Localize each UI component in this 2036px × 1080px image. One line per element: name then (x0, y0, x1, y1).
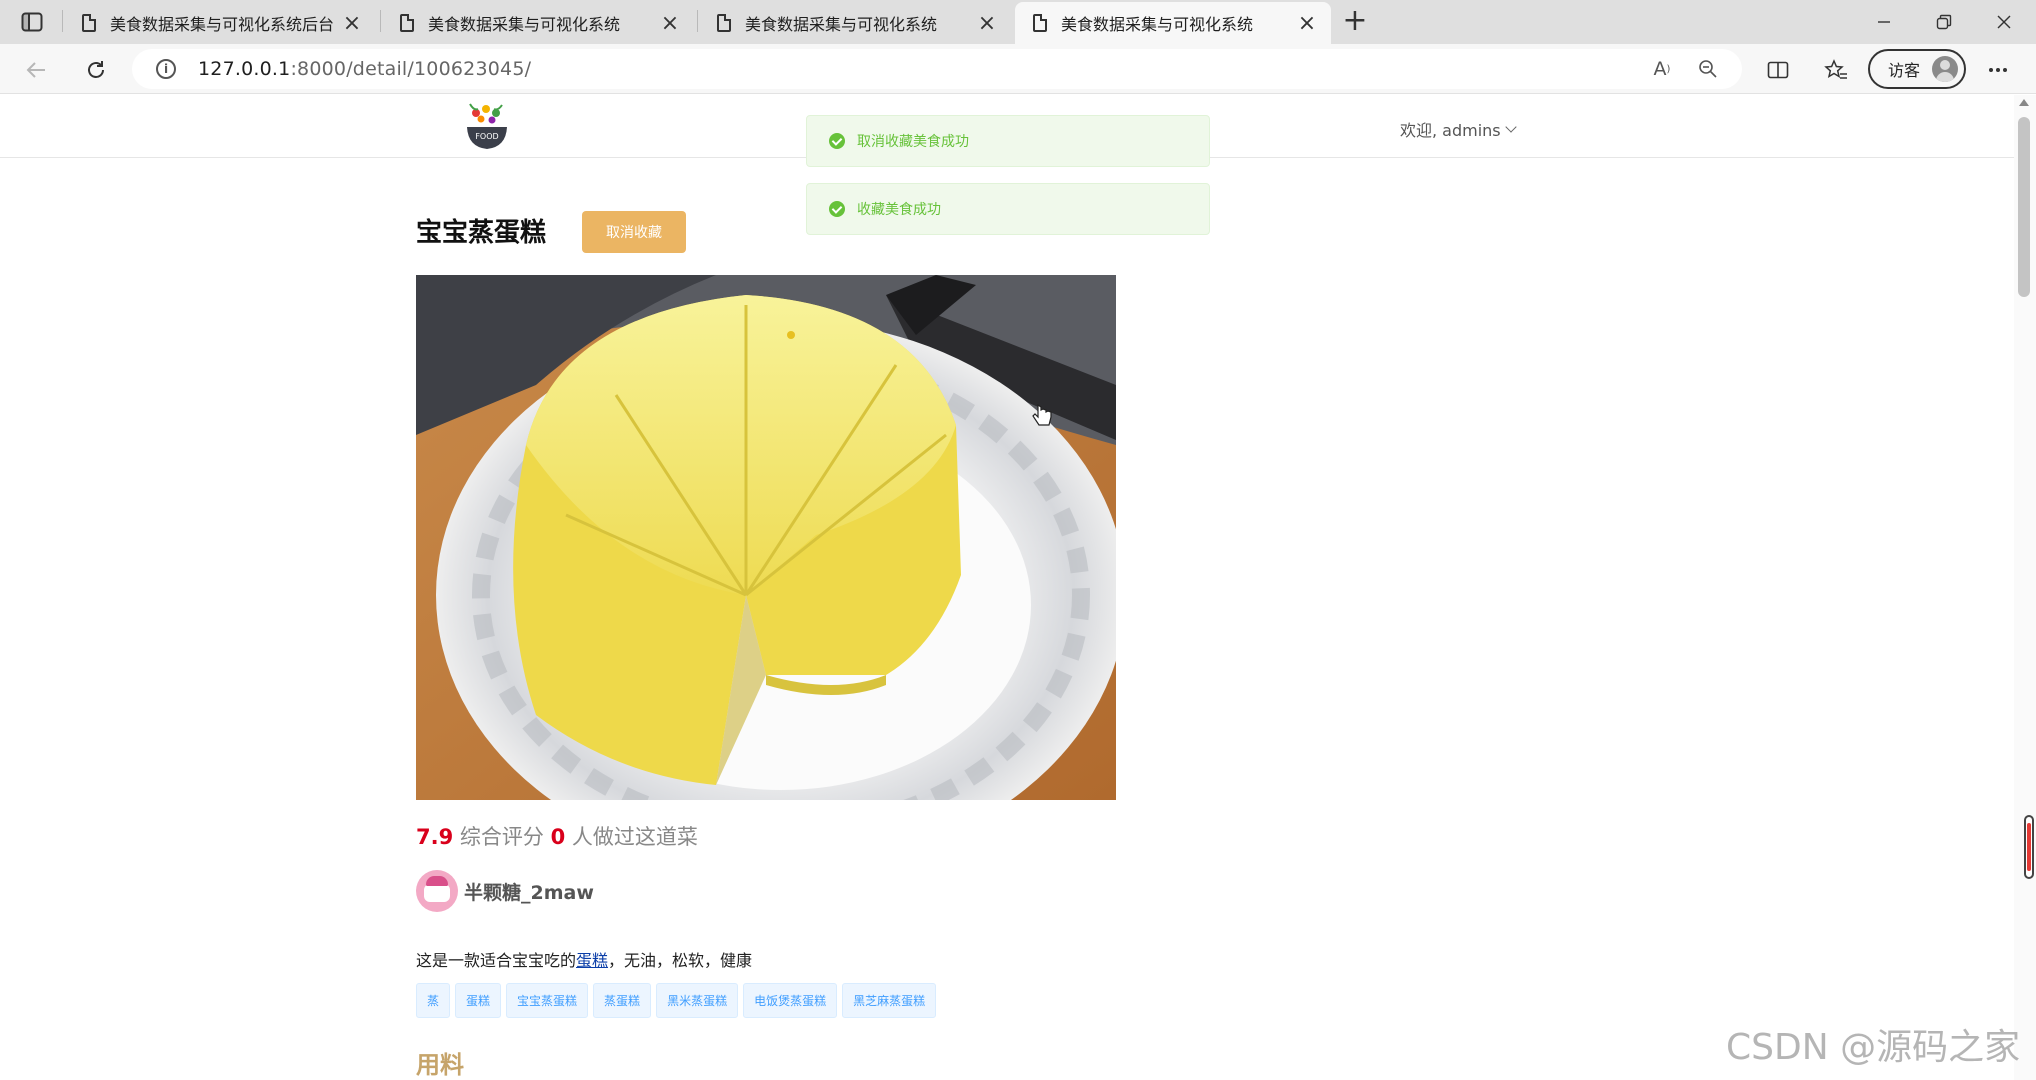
desc-text: ，无油，松软，健康 (608, 951, 753, 970)
site-logo[interactable]: FOOD (464, 101, 510, 153)
tag[interactable]: 宝宝蒸蛋糕 (506, 983, 589, 1018)
refresh-button[interactable] (78, 52, 114, 88)
url-path: :8000/detail/100623045/ (290, 58, 532, 80)
tab-separator (380, 10, 381, 32)
browser-tab-strip: 美食数据采集与可视化系统后台 × 美食数据采集与可视化系统 × 美食数据采集与可… (0, 0, 2036, 44)
toast-message: 取消收藏美食成功 (806, 115, 1210, 167)
browser-tab[interactable]: 美食数据采集与可视化系统 × (382, 2, 694, 44)
site-info-icon[interactable]: i (156, 59, 176, 79)
tab-title: 美食数据采集与可视化系统 (428, 15, 621, 34)
favorites-icon[interactable] (1818, 52, 1854, 88)
profile-button[interactable]: 访客 (1868, 49, 1966, 89)
browser-tab[interactable]: 美食数据采集与可视化系统后台 × (64, 2, 376, 44)
desc-text: 这是一款适合宝宝吃的 (416, 951, 577, 970)
close-icon[interactable]: × (336, 7, 368, 39)
url-host: 127.0.0.1 (198, 58, 291, 80)
tag[interactable]: 黑米蒸蛋糕 (656, 983, 739, 1018)
score-label: 综合评分 (459, 825, 544, 849)
more-options-icon[interactable] (1980, 52, 2016, 88)
document-icon (1033, 14, 1047, 32)
unfavorite-button[interactable]: 取消收藏 (582, 211, 686, 253)
close-icon[interactable]: × (971, 7, 1003, 39)
back-button[interactable] (18, 52, 54, 88)
rating-line: 7.9 综合评分 0 人做过这道菜 (416, 821, 698, 851)
close-icon[interactable]: × (654, 7, 686, 39)
hand-cursor-icon (1032, 403, 1052, 426)
close-window-button[interactable] (1974, 0, 2034, 44)
zoom-icon[interactable] (1690, 55, 1726, 83)
dish-description: 这是一款适合宝宝吃的蛋糕，无油，松软，健康 (416, 947, 752, 971)
user-dropdown[interactable]: 欢迎, admins (1400, 117, 1517, 141)
tab-separator (697, 10, 698, 32)
tab-title: 美食数据采集与可视化系统后台 (110, 15, 335, 34)
tab-title: 美食数据采集与可视化系统 (745, 15, 938, 34)
read-aloud-icon[interactable]: A) (1644, 55, 1680, 83)
tag[interactable]: 蒸蛋糕 (593, 983, 652, 1018)
author-info[interactable]: 半颗糖_2maw (416, 870, 594, 912)
logo-text: FOOD (475, 132, 498, 141)
user-greeting: 欢迎, admins (1400, 121, 1501, 140)
toast-message: 收藏美食成功 (806, 183, 1210, 235)
chevron-down-icon (1504, 120, 1517, 133)
restore-button[interactable] (1914, 0, 1974, 44)
watermark-text: CSDN @源码之家 (1726, 1027, 2021, 1068)
close-icon[interactable]: × (1291, 7, 1323, 39)
document-icon (400, 14, 414, 32)
split-screen-icon[interactable] (1760, 52, 1796, 88)
browser-toolbar: i 127.0.0.1:8000/detail/100623045/ A) 访客 (0, 44, 2036, 94)
success-check-icon (829, 201, 845, 217)
tag-list: 蒸 蛋糕 宝宝蒸蛋糕 蒸蛋糕 黑米蒸蛋糕 电饭煲蒸蛋糕 黑芝麻蒸蛋糕 (416, 983, 937, 1018)
tab-title: 美食数据采集与可视化系统 (1061, 15, 1254, 34)
scrollbar-thumb[interactable] (2018, 117, 2030, 297)
new-tab-button[interactable]: + (1338, 6, 1372, 40)
made-label: 人做过这道菜 (571, 825, 698, 849)
browser-tab[interactable]: 美食数据采集与可视化系统 × (699, 2, 1011, 44)
minimize-button[interactable] (1854, 0, 1914, 44)
address-bar[interactable]: i 127.0.0.1:8000/detail/100623045/ A) (132, 49, 1742, 89)
toast-text: 取消收藏美食成功 (857, 134, 969, 150)
author-name[interactable]: 半颗糖_2maw (464, 878, 594, 905)
guest-avatar-icon (1932, 56, 1958, 82)
score-value: 7.9 (416, 825, 454, 849)
page-viewport: FOOD 欢迎, admins 取消收藏美食成功 收藏美食成功 宝宝蒸蛋糕 取消… (0, 95, 2036, 1080)
toast-text: 收藏美食成功 (857, 202, 941, 218)
tag[interactable]: 蒸 (416, 983, 451, 1018)
ingredients-heading: 用料 (416, 1051, 464, 1079)
side-panel-handle[interactable] (2024, 815, 2034, 879)
desc-link[interactable]: 蛋糕 (576, 951, 608, 970)
tag[interactable]: 蛋糕 (455, 983, 502, 1018)
document-icon (717, 14, 731, 32)
scroll-up-arrow[interactable] (2019, 99, 2029, 106)
success-check-icon (829, 133, 845, 149)
url-text[interactable]: 127.0.0.1:8000/detail/100623045/ (198, 58, 531, 80)
made-count: 0 (550, 825, 566, 849)
dish-photo (416, 275, 1116, 800)
tab-actions-icon[interactable] (14, 8, 50, 36)
dish-title: 宝宝蒸蛋糕 (416, 218, 547, 248)
avatar[interactable] (416, 870, 458, 912)
profile-label: 访客 (1888, 61, 1921, 80)
tab-separator (62, 10, 63, 32)
tag[interactable]: 电饭煲蒸蛋糕 (743, 983, 838, 1018)
browser-tab-active[interactable]: 美食数据采集与可视化系统 × (1015, 2, 1331, 44)
tag[interactable]: 黑芝麻蒸蛋糕 (842, 983, 937, 1018)
document-icon (82, 14, 96, 32)
